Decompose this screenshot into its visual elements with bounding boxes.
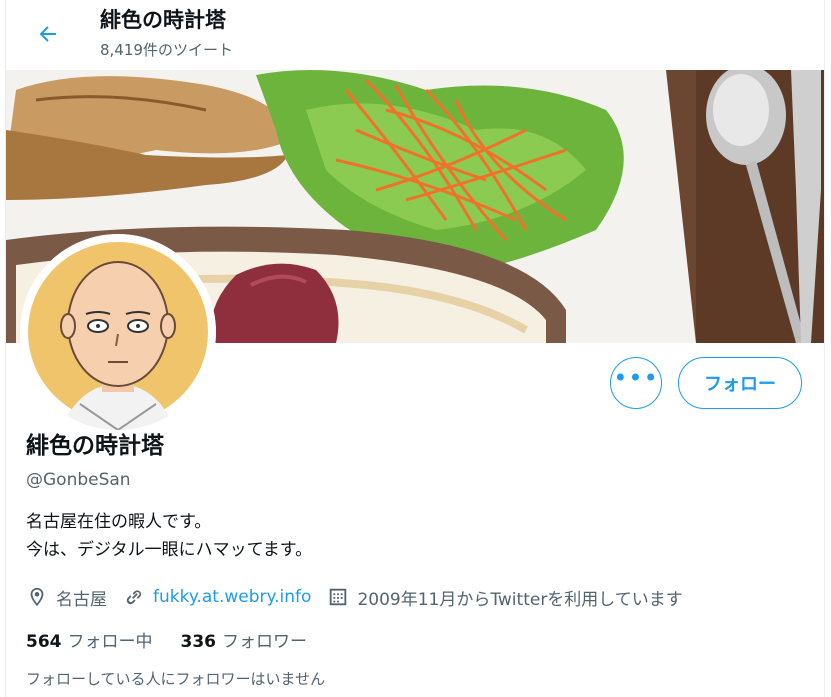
followers-count: 336 (180, 631, 217, 652)
more-icon: ••• (613, 364, 659, 392)
profile-header: 緋色の時計塔 8,419件のツイート (6, 0, 824, 70)
joined-item: 2009年11月からTwitterを利用しています (327, 585, 683, 610)
following-label: フォロー中 (67, 631, 153, 652)
calendar-icon (330, 588, 347, 606)
location-pin-icon (30, 587, 44, 607)
profile-handle: @GonbeSan (26, 470, 131, 490)
profile-url-link[interactable]: fukky.at.webry.info (153, 587, 311, 607)
following-link[interactable]: 564 フォロー中 (26, 627, 153, 652)
tweet-count: 8,419件のツイート (100, 41, 233, 59)
header-title: 緋色の時計塔 (100, 8, 226, 32)
arrow-left-icon (39, 26, 56, 42)
link-icon (126, 590, 142, 605)
followers-link[interactable]: 336 フォロワー (181, 627, 308, 652)
avatar-image (20, 234, 216, 430)
follow-stats: 564 フォロー中 336 フォロワー (26, 626, 335, 652)
profile-name: 緋色の時計塔 (26, 433, 164, 459)
more-options-button[interactable]: ••• (610, 357, 662, 409)
avatar[interactable] (20, 234, 216, 430)
location-item: 名古屋 (26, 585, 107, 610)
frame-right-border (824, 0, 825, 697)
bio-line-1: 名古屋在住の暇人です。 (26, 512, 212, 532)
url-item: fukky.at.webry.info (123, 586, 311, 608)
back-button[interactable] (30, 16, 66, 52)
followers-you-know: フォローしている人にフォロワーはいません (26, 670, 326, 688)
joined-text: 2009年11月からTwitterを利用しています (357, 589, 683, 610)
profile-meta: 名古屋 fukky.at.webry.info 2009年11月からTwitte… (26, 583, 699, 611)
bio-line-2: 今は、デジタル一眼にハマッてます。 (26, 540, 313, 560)
following-count: 564 (26, 631, 62, 652)
location-text: 名古屋 (56, 589, 107, 610)
follow-button[interactable]: フォロー (678, 357, 802, 409)
profile-bio: 名古屋在住の暇人です。 今は、デジタル一眼にハマッてます。 (26, 508, 312, 564)
followers-label: フォロワー (222, 631, 307, 652)
